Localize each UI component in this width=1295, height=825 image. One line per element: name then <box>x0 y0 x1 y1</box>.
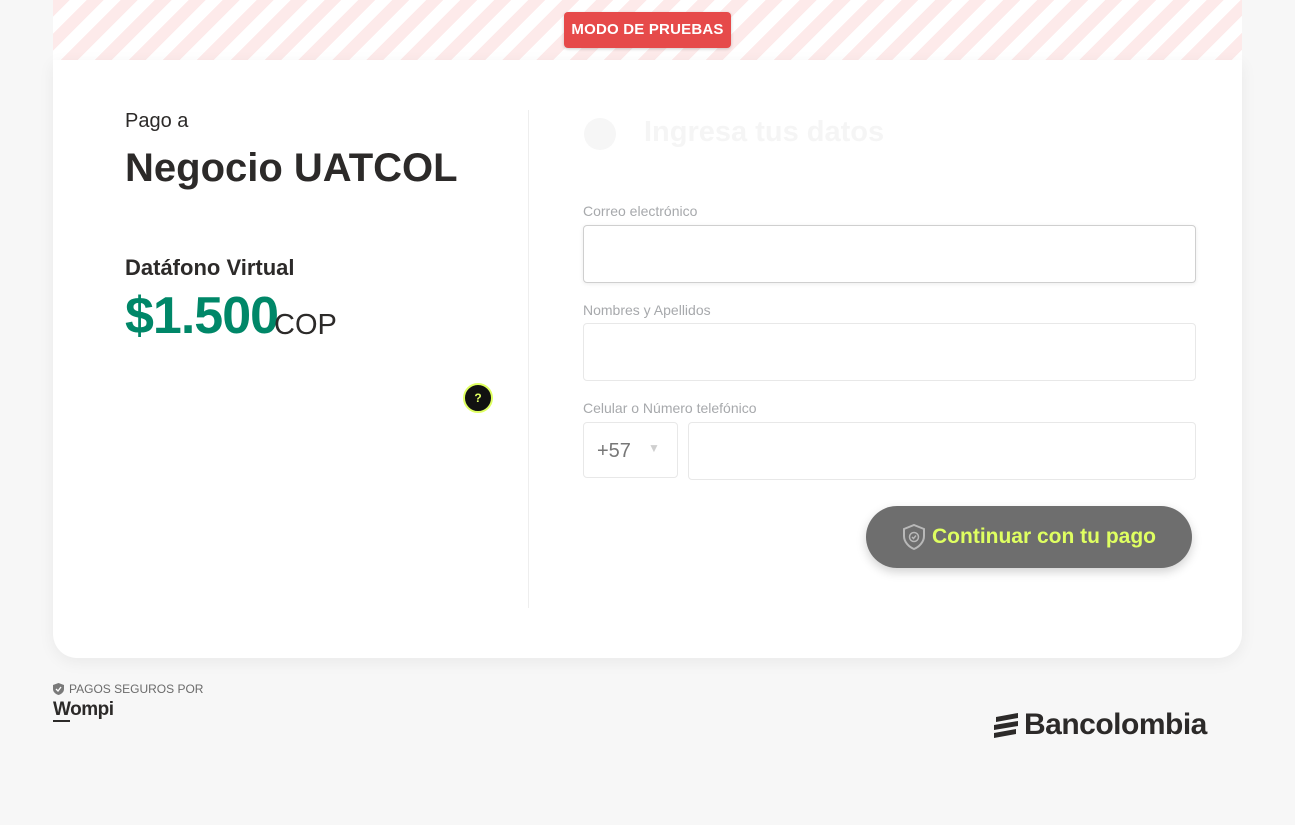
bancolombia-logo-icon <box>994 713 1018 738</box>
test-mode-badge: MODO DE PRUEBAS <box>564 12 731 48</box>
step-indicator <box>584 118 616 150</box>
payment-amount: $1.500 <box>125 287 279 345</box>
help-icon[interactable]: ? <box>463 383 493 413</box>
phone-prefix-value: +57 <box>597 440 631 462</box>
product-name: Datáfono Virtual <box>125 255 295 280</box>
phone-label: Celular o Número telefónico <box>583 400 757 416</box>
secure-payments: PAGOS SEGUROS POR <box>53 682 203 696</box>
continue-payment-label: Continuar con tu pago <box>932 525 1156 548</box>
chevron-down-icon: ▼ <box>648 441 660 455</box>
step-title: Ingresa tus datos <box>644 116 885 148</box>
email-label: Correo electrónico <box>583 203 698 219</box>
phone-number-field[interactable] <box>688 422 1196 480</box>
email-field[interactable] <box>583 225 1196 283</box>
merchant-name: Negocio UATCOL <box>125 146 458 190</box>
continue-payment-button[interactable]: Continuar con tu pago <box>866 506 1192 568</box>
wompi-logo-underline <box>53 720 70 722</box>
shield-check-icon <box>903 524 925 550</box>
full-name-field[interactable] <box>583 323 1196 381</box>
phone-prefix-select[interactable]: +57 ▼ <box>583 422 678 478</box>
pay-to-label: Pago a <box>125 110 189 132</box>
bancolombia-logo: Bancolombia <box>992 708 1207 742</box>
wompi-logo: Wompi <box>53 699 114 720</box>
bancolombia-name: Bancolombia <box>1024 708 1207 741</box>
name-label: Nombres y Apellidos <box>583 302 711 318</box>
column-divider <box>528 110 529 608</box>
shield-small-icon <box>53 683 64 695</box>
secure-payments-label: PAGOS SEGUROS POR <box>69 682 204 696</box>
currency-code: COP <box>274 309 337 341</box>
